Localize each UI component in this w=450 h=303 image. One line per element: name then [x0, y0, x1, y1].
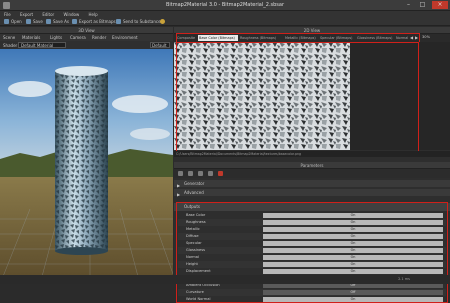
- material-row: Shader Default Material Default: [0, 41, 173, 49]
- view3d-menu-lights[interactable]: Lights: [50, 35, 62, 40]
- random-seed-icon[interactable]: [208, 171, 213, 176]
- view3d-menu-render[interactable]: Render: [92, 35, 106, 40]
- view3d-panel: 3D View Scene Materials Lights Camera Re…: [0, 27, 173, 284]
- folder-icon: [4, 19, 9, 24]
- export-icon: [72, 19, 77, 24]
- open-button[interactable]: Open: [4, 19, 22, 25]
- material-label: Shader: [3, 43, 18, 48]
- texture-highlight-frame: [176, 42, 419, 152]
- section-advanced[interactable]: ▶ Advanced: [174, 189, 450, 197]
- texture-path: C:/Users/Bitmap2Material/Documents/Bitma…: [174, 151, 450, 157]
- expand-arrow-icon: ▶: [177, 192, 181, 197]
- material-slot-select[interactable]: Default: [150, 42, 170, 48]
- status-text: 2.1 ms: [398, 277, 410, 281]
- save-preset-icon[interactable]: [198, 171, 203, 176]
- load-preset-icon[interactable]: [188, 171, 193, 176]
- delete-icon[interactable]: [218, 171, 223, 176]
- outputs-highlight-frame: [176, 202, 448, 303]
- save-as-icon: [46, 19, 51, 24]
- menu-window[interactable]: Window: [63, 12, 79, 17]
- minimize-button[interactable]: –: [402, 1, 415, 9]
- main-toolbar: Open Save Save As Export as Bitmaps Send…: [0, 18, 450, 26]
- menu-file[interactable]: File: [4, 12, 11, 17]
- send-to-substance-button[interactable]: Send to Substance: [116, 19, 161, 25]
- menu-export[interactable]: Export: [20, 12, 33, 17]
- view3d-menu-materials[interactable]: Materials: [22, 35, 40, 40]
- view3d-menu-environment[interactable]: Environment: [112, 35, 138, 40]
- zoom-level[interactable]: 30%: [422, 35, 430, 39]
- substance-icon: [116, 19, 121, 24]
- view3d-menu-camera[interactable]: Camera: [70, 35, 86, 40]
- right-panel: 2D View Composite Base Color (Bitmaps) R…: [174, 27, 450, 303]
- gear-icon: [160, 19, 165, 24]
- section-generator[interactable]: ▶ Generator: [174, 180, 450, 188]
- parameters-toolbar: [174, 169, 450, 178]
- scene-render: [0, 49, 173, 284]
- view3d-header: 3D View: [0, 27, 173, 34]
- window-title: Bitmap2Material 3.0 - Bitmap2Material_2.…: [165, 2, 285, 8]
- settings-button[interactable]: [160, 19, 167, 25]
- save-button[interactable]: Save: [26, 19, 43, 25]
- material-select[interactable]: Default Material: [18, 42, 66, 48]
- status-bar: 2.1 ms: [0, 275, 450, 284]
- save-icon: [26, 19, 31, 24]
- view3d-menu: Scene Materials Lights Camera Render Env…: [0, 34, 173, 41]
- expand-arrow-icon: ▶: [177, 183, 181, 188]
- reset-icon[interactable]: [178, 171, 183, 176]
- title-bar: Bitmap2Material 3.0 - Bitmap2Material_2.…: [0, 0, 450, 11]
- menu-editor[interactable]: Editor: [42, 12, 54, 17]
- close-button[interactable]: ×: [432, 1, 448, 9]
- parameters-header: Parameters: [174, 162, 450, 169]
- menu-help[interactable]: Help: [89, 12, 98, 17]
- view3d-menu-scene[interactable]: Scene: [3, 35, 15, 40]
- viewport-3d[interactable]: [0, 49, 173, 284]
- export-bitmaps-button[interactable]: Export as Bitmaps: [72, 19, 116, 25]
- save-as-button[interactable]: Save As: [46, 19, 69, 25]
- menu-bar: File Export Editor Window Help: [0, 11, 450, 18]
- maximize-button[interactable]: □: [416, 1, 429, 9]
